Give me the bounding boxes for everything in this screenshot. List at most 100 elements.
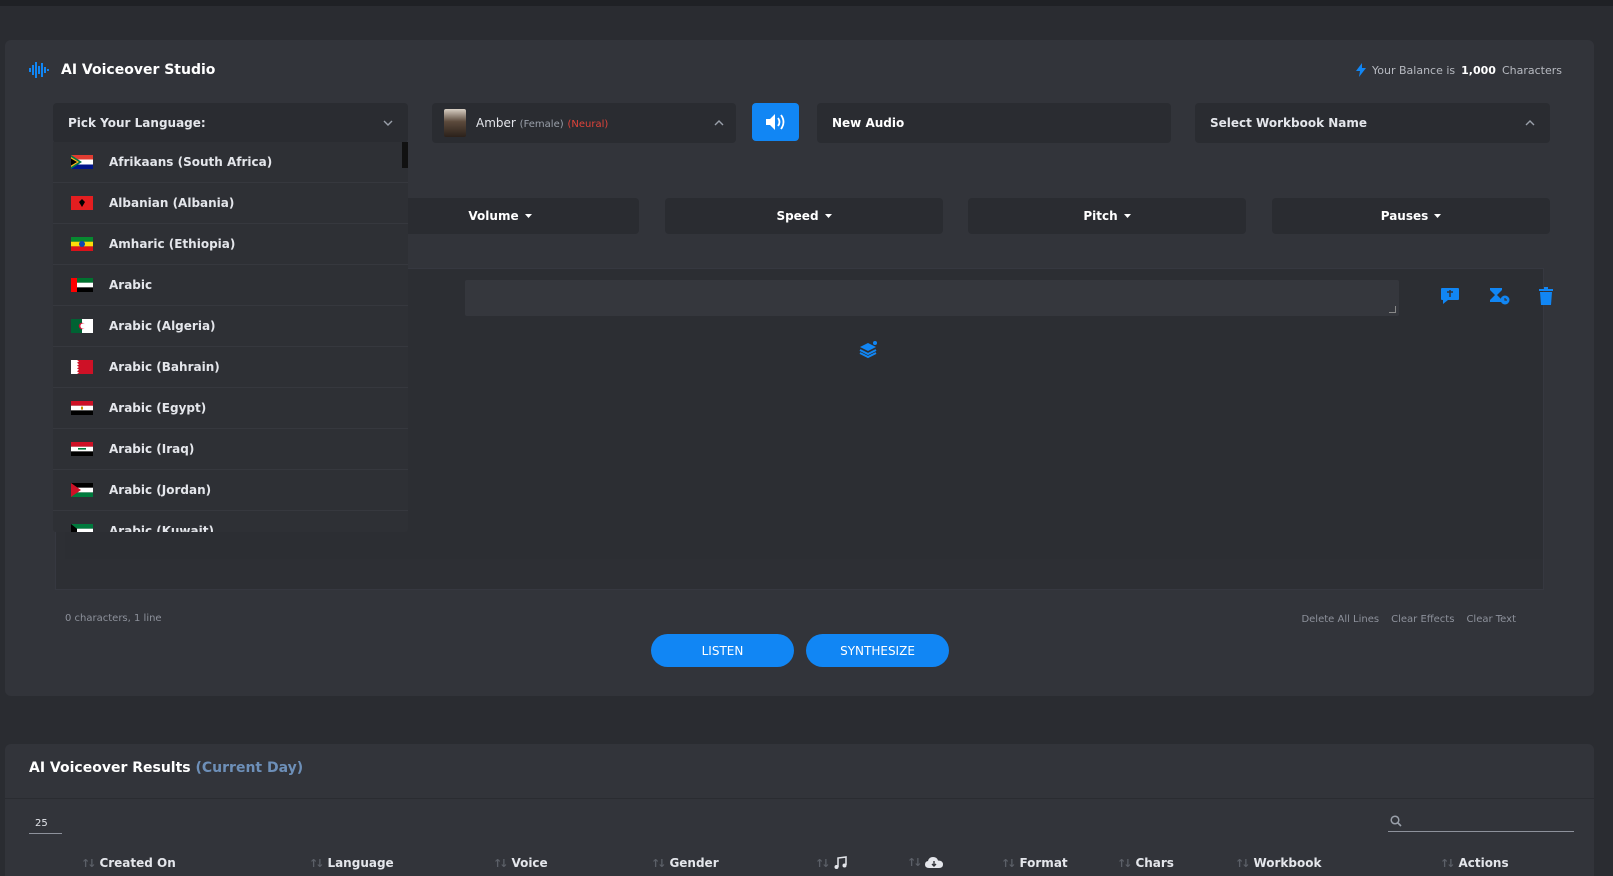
column-created-on[interactable]: ↑↓ Created On xyxy=(81,856,176,870)
clear-text-link[interactable]: Clear Text xyxy=(1466,614,1516,625)
language-select[interactable]: Pick Your Language: xyxy=(53,103,408,143)
dropdown-scrollbar[interactable] xyxy=(402,142,408,168)
caret-down-icon xyxy=(1123,214,1131,218)
flag-dz-icon xyxy=(71,319,93,333)
column-label: Language xyxy=(327,856,394,870)
text-line-input[interactable] xyxy=(465,280,1399,316)
voice-name: Amber xyxy=(476,116,516,130)
search-icon xyxy=(1390,814,1402,827)
timer-pause-icon[interactable] xyxy=(1488,287,1510,305)
flag-al-icon xyxy=(71,196,93,210)
preview-voice-button[interactable] xyxy=(752,103,799,141)
flag-ae-icon xyxy=(71,278,93,292)
language-label: Afrikaans (South Africa) xyxy=(109,155,273,169)
caret-down-icon xyxy=(524,214,532,218)
sort-icon: ↑↓ xyxy=(1235,856,1251,870)
column-language[interactable]: ↑↓ Language xyxy=(309,856,394,870)
language-dropdown: Afrikaans (South Africa) Albanian (Alban… xyxy=(53,142,408,532)
caret-down-icon xyxy=(824,214,832,218)
column-voice[interactable]: ↑↓ Voice xyxy=(493,856,548,870)
sort-icon: ↑↓ xyxy=(651,856,667,870)
voice-gender: (Female) xyxy=(519,119,564,130)
sort-icon: ↑↓ xyxy=(1440,856,1456,870)
audio-name-input[interactable]: New Audio xyxy=(817,103,1171,143)
delete-all-lines-link[interactable]: Delete All Lines xyxy=(1301,614,1379,625)
voice-avatar xyxy=(444,109,466,137)
chevron-up-icon xyxy=(1525,120,1535,126)
results-title-text: AI Voiceover Results xyxy=(29,760,191,776)
chevron-up-icon xyxy=(714,120,724,126)
sort-icon: ↑↓ xyxy=(1001,856,1017,870)
column-chars[interactable]: ↑↓ Chars xyxy=(1117,856,1174,870)
editor-links: Delete All Lines Clear Effects Clear Tex… xyxy=(1301,614,1516,625)
pauses-dropdown[interactable]: Pauses xyxy=(1272,198,1550,234)
speed-label: Speed xyxy=(776,209,819,223)
column-label: Workbook xyxy=(1253,856,1322,870)
flag-jo-icon xyxy=(71,483,93,497)
column-label: Chars xyxy=(1135,856,1174,870)
language-option[interactable]: Arabic (Algeria) xyxy=(53,306,408,347)
studio-header: AI Voiceover Studio xyxy=(29,62,215,78)
column-audio[interactable]: ↑↓ xyxy=(815,856,848,870)
comment-icon[interactable] xyxy=(1440,287,1460,305)
workbook-select-label: Select Workbook Name xyxy=(1210,116,1368,130)
language-select-label: Pick Your Language: xyxy=(68,116,206,130)
pitch-label: Pitch xyxy=(1083,209,1118,223)
language-option[interactable]: Afrikaans (South Africa) xyxy=(53,142,408,183)
balance-info: Your Balance is 1,000 Characters xyxy=(1356,63,1562,77)
results-title: AI Voiceover Results (Current Day) xyxy=(29,760,303,776)
audio-name-value: New Audio xyxy=(832,116,905,130)
divider xyxy=(5,798,1594,799)
balance-suffix: Characters xyxy=(1501,63,1562,77)
column-label: Gender xyxy=(669,856,719,870)
clear-effects-link[interactable]: Clear Effects xyxy=(1391,614,1454,625)
synthesize-button[interactable]: SYNTHESIZE xyxy=(806,634,949,667)
language-option[interactable]: Arabic (Egypt) xyxy=(53,388,408,429)
language-option[interactable]: Arabic (Jordan) xyxy=(53,470,408,511)
language-option[interactable]: Arabic (Bahrain) xyxy=(53,347,408,388)
language-label: Arabic (Kuwait) xyxy=(109,524,214,532)
column-gender[interactable]: ↑↓ Gender xyxy=(651,856,719,870)
column-label: Actions xyxy=(1458,856,1509,870)
flag-bh-icon xyxy=(71,360,93,374)
speed-dropdown[interactable]: Speed xyxy=(665,198,943,234)
column-format[interactable]: ↑↓ Format xyxy=(1001,856,1068,870)
resize-handle[interactable] xyxy=(1389,306,1396,313)
language-option[interactable]: Albanian (Albania) xyxy=(53,183,408,224)
language-option[interactable]: Amharic (Ethiopia) xyxy=(53,224,408,265)
volume-label: Volume xyxy=(468,209,519,223)
chevron-down-icon xyxy=(383,120,393,126)
listen-button[interactable]: LISTEN xyxy=(651,634,794,667)
lightning-icon xyxy=(1356,63,1367,77)
language-label: Arabic (Iraq) xyxy=(109,442,195,456)
language-label: Arabic (Jordan) xyxy=(109,483,212,497)
flag-eg-icon xyxy=(71,401,93,415)
column-download[interactable]: ↑↓ xyxy=(907,856,944,869)
column-workbook[interactable]: ↑↓ Workbook xyxy=(1235,856,1321,870)
language-label: Arabic (Bahrain) xyxy=(109,360,220,374)
language-option[interactable]: Arabic (Iraq) xyxy=(53,429,408,470)
trash-icon[interactable] xyxy=(1538,287,1554,305)
voice-select[interactable]: Amber (Female) (Neural) xyxy=(432,103,736,143)
language-option[interactable]: Arabic xyxy=(53,265,408,306)
balance-prefix: Your Balance is xyxy=(1372,63,1456,77)
voice-engine: (Neural) xyxy=(567,119,609,130)
layers-icon[interactable] xyxy=(858,341,878,359)
balance-value: 1,000 xyxy=(1461,63,1496,77)
column-actions[interactable]: ↑↓ Actions xyxy=(1440,856,1509,870)
waveform-icon xyxy=(29,62,49,78)
pitch-dropdown[interactable]: Pitch xyxy=(968,198,1246,234)
column-label: Voice xyxy=(511,856,548,870)
flag-iq-icon xyxy=(71,442,93,456)
results-table-header: ↑↓ Created On ↑↓ Language ↑↓ Voice ↑↓ Gender… xyxy=(5,856,1594,876)
music-note-icon xyxy=(834,856,848,869)
results-search-input[interactable] xyxy=(1388,810,1574,832)
flag-za-icon xyxy=(71,155,93,169)
results-subtitle: (Current Day) xyxy=(195,760,304,776)
workbook-select[interactable]: Select Workbook Name xyxy=(1195,103,1550,143)
language-option[interactable]: Arabic (Kuwait) xyxy=(53,511,408,532)
studio-title: AI Voiceover Studio xyxy=(61,62,216,78)
pauses-label: Pauses xyxy=(1380,209,1429,223)
language-label: Arabic xyxy=(109,278,153,292)
page-size-select[interactable]: 25 xyxy=(29,812,62,834)
